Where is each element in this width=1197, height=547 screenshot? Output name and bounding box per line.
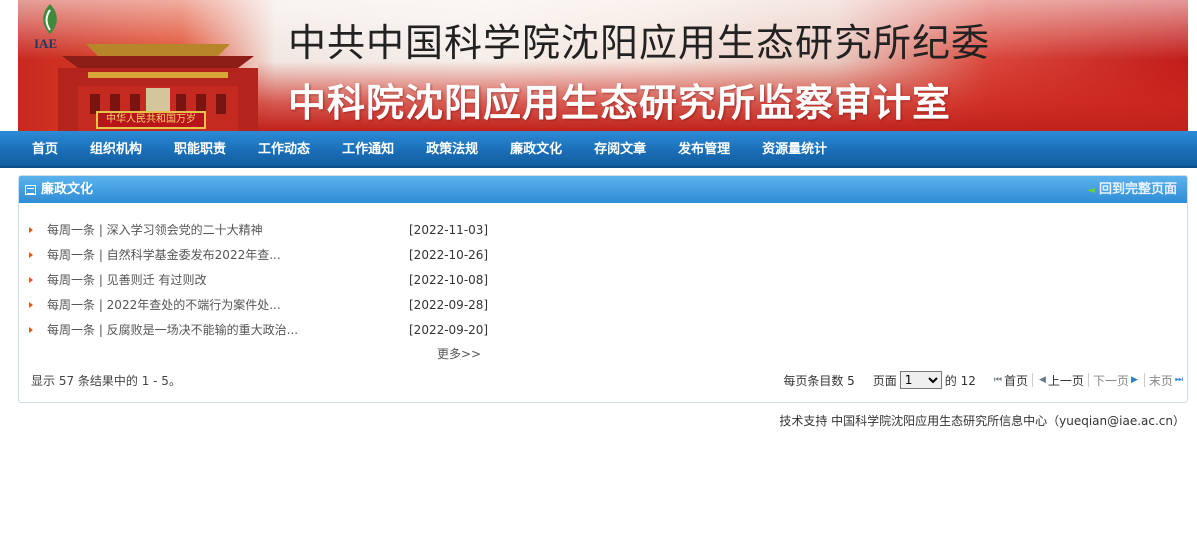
- last-page-label: 末页: [1148, 373, 1173, 388]
- bullet-icon: [29, 302, 33, 308]
- bullet-icon: [29, 327, 33, 333]
- nav-item-responsibilities[interactable]: 职能职责: [158, 131, 242, 166]
- pagination: 每页条目数 5 页面 1 的 12 ⏮ 首页 ◀ 上一页 下一页 ▶ 末页 ⏭: [783, 369, 1187, 391]
- back-arrow-icon: ◄: [1087, 185, 1095, 196]
- logo-text: IAE: [34, 36, 58, 51]
- last-page-icon: ⏭: [1174, 375, 1183, 385]
- bullet-icon: [29, 277, 33, 283]
- list-item: 每周一条 | 深入学习领会党的二十大精神 [2022-11-03]: [29, 218, 489, 243]
- prev-page-button[interactable]: ◀ 上一页: [1037, 372, 1084, 389]
- banner-title-line1: 中共中国科学院沈阳应用生态研究所纪委: [288, 21, 991, 65]
- prev-page-label: 上一页: [1047, 373, 1084, 388]
- next-page-button[interactable]: 下一页 ▶: [1093, 372, 1140, 389]
- page-select[interactable]: 1: [899, 371, 942, 389]
- banner-title-line2: 中科院沈阳应用生态研究所监察审计室: [288, 81, 952, 125]
- article-link[interactable]: 每周一条 | 见善则迁 有过则改: [47, 268, 207, 293]
- more-link[interactable]: 更多>>: [437, 345, 481, 362]
- next-page-label: 下一页: [1092, 373, 1129, 388]
- content-panel: 廉政文化 ◄ 回到完整页面 每周一条 | 深入学习领会党的二十大精神 [2022-…: [18, 175, 1188, 403]
- results-summary: 显示 57 条结果中的 1 - 5。: [31, 374, 181, 388]
- nav-item-integrity-culture[interactable]: 廉政文化: [494, 131, 578, 166]
- article-date: [2022-10-26]: [409, 248, 489, 262]
- back-label: 回到完整页面: [1098, 182, 1177, 197]
- pager-divider: [1032, 373, 1033, 387]
- nav-item-work-news[interactable]: 工作动态: [242, 131, 326, 166]
- panel-header: 廉政文化 ◄ 回到完整页面: [19, 176, 1187, 203]
- prev-page-icon: ◀: [1039, 375, 1046, 385]
- nav-item-publish-management[interactable]: 发布管理: [662, 131, 746, 166]
- panel-title: 廉政文化: [41, 182, 94, 197]
- footer-credit: 技术支持 中国科学院沈阳应用生态研究所信息中心（yueqian@iae.ac.c…: [779, 414, 1185, 428]
- article-date: [2022-09-20]: [409, 323, 489, 337]
- article-link[interactable]: 每周一条 | 自然科学基金委发布2022年查...: [47, 243, 281, 268]
- bullet-icon: [29, 252, 33, 258]
- nav-item-home[interactable]: 首页: [16, 131, 74, 166]
- banner-plaque: 中华人民共和国万岁: [96, 111, 206, 129]
- panel-icon: [25, 185, 36, 195]
- article-date: [2022-11-03]: [409, 223, 489, 237]
- list-item: 每周一条 | 2022年查处的不端行为案件处... [2022-09-28]: [29, 293, 489, 318]
- first-page-button[interactable]: ⏮ 首页: [992, 372, 1028, 389]
- nav-item-resource-stats[interactable]: 资源量统计: [746, 131, 843, 166]
- last-page-button[interactable]: 末页 ⏭: [1149, 372, 1185, 389]
- page-total-label: 的 12: [944, 373, 976, 388]
- list-item: 每周一条 | 自然科学基金委发布2022年查... [2022-10-26]: [29, 243, 489, 268]
- list-item: 每周一条 | 见善则迁 有过则改 [2022-10-08]: [29, 268, 489, 293]
- header-banner: IAE 中华人民共和国万岁 中共中国科学院沈阳应用生态研究所纪委 中科院沈阳应用…: [18, 0, 1188, 131]
- pager-divider: [1143, 373, 1145, 387]
- first-page-icon: ⏮: [993, 375, 1002, 385]
- nav-item-policies[interactable]: 政策法规: [410, 131, 494, 166]
- article-list: 每周一条 | 深入学习领会党的二十大精神 [2022-11-03] 每周一条 |…: [29, 218, 489, 343]
- next-page-icon: ▶: [1130, 375, 1138, 385]
- per-page-label: 每页条目数 5: [783, 373, 855, 388]
- main-nav: 首页 组织机构 职能职责 工作动态 工作通知 政策法规 廉政文化 存阅文章 发布…: [0, 131, 1197, 168]
- list-item: 每周一条 | 反腐败是一场决不能输的重大政治... [2022-09-20]: [29, 318, 489, 343]
- bullet-icon: [29, 227, 33, 233]
- article-link[interactable]: 每周一条 | 深入学习领会党的二十大精神: [47, 218, 263, 243]
- nav-item-work-notices[interactable]: 工作通知: [326, 131, 410, 166]
- back-to-full-page-link[interactable]: ◄ 回到完整页面: [1087, 176, 1177, 204]
- article-date: [2022-10-08]: [409, 273, 489, 287]
- page-label: 页面: [872, 373, 897, 388]
- first-page-label: 首页: [1003, 373, 1028, 388]
- nav-item-organization[interactable]: 组织机构: [74, 131, 158, 166]
- nav-item-archived-articles[interactable]: 存阅文章: [578, 131, 662, 166]
- article-link[interactable]: 每周一条 | 2022年查处的不端行为案件处...: [47, 293, 281, 318]
- article-date: [2022-09-28]: [409, 298, 489, 312]
- pager-divider: [1087, 373, 1089, 387]
- article-link[interactable]: 每周一条 | 反腐败是一场决不能输的重大政治...: [47, 318, 298, 343]
